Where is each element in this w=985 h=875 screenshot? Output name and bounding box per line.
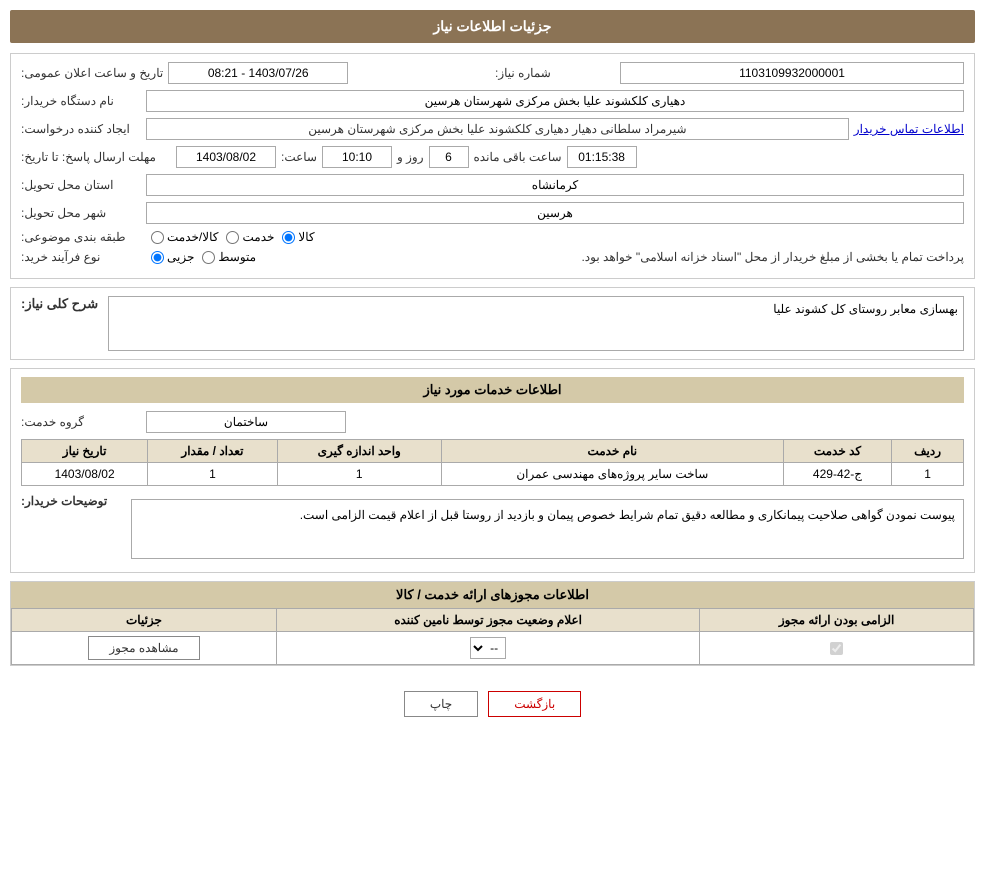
cell-row-num: 1 (892, 463, 964, 486)
time-label: ساعت: (281, 150, 317, 164)
category-both-radio[interactable] (151, 231, 164, 244)
buyer-org-label: نام دستگاه خریدار: (21, 94, 141, 108)
permissions-row: -- مشاهده مجوز (12, 632, 974, 665)
cell-required-checkbox (700, 632, 974, 665)
purchase-type-label: نوع فرآیند خرید: (21, 250, 141, 264)
cell-details-btn[interactable]: مشاهده مجوز (12, 632, 277, 665)
category-kala-radio[interactable] (282, 231, 295, 244)
page-title: جزئیات اطلاعات نیاز (10, 10, 975, 43)
category-service-label: خدمت (242, 230, 274, 244)
permissions-table: الزامی بودن ارائه مجوز اعلام وضعیت مجوز … (11, 608, 974, 665)
service-group-label: گروه خدمت: (21, 415, 141, 429)
cell-quantity: 1 (148, 463, 277, 486)
col-details: جزئیات (12, 609, 277, 632)
purchase-partial-label: متوسط (218, 250, 256, 264)
remaining-label: ساعت باقی مانده (474, 150, 562, 164)
city-value: هرسین (146, 202, 964, 224)
cell-unit: 1 (277, 463, 441, 486)
need-number-label: شماره نیاز: (495, 66, 615, 80)
description-section-label: شرح کلی نیاز: (21, 296, 98, 312)
print-button[interactable]: چاپ (404, 691, 478, 717)
buyer-notes-text: پیوست نمودن گواهی صلاحیت پیمانکاری و مطا… (131, 499, 964, 559)
cell-service-code: ج-42-429 (783, 463, 891, 486)
back-button[interactable]: بازگشت (488, 691, 581, 717)
creator-value: شیرمراد سلطانی دهیار دهیاری کلکشوند علیا… (146, 118, 849, 140)
col-quantity: تعداد / مقدار (148, 440, 277, 463)
status-select[interactable]: -- (470, 637, 506, 659)
footer-buttons: بازگشت چاپ (10, 681, 975, 727)
deadline-days-value: 6 (429, 146, 469, 168)
days-label: روز و (397, 150, 424, 164)
col-required: الزامی بودن ارائه مجوز (700, 609, 974, 632)
province-value: کرمانشاه (146, 174, 964, 196)
buyer-notes-label: توضیحات خریدار: (21, 494, 121, 508)
cell-status-dropdown[interactable]: -- (276, 632, 699, 665)
table-row: 1 ج-42-429 ساخت سایر پروژه‌های مهندسی عم… (22, 463, 964, 486)
category-kala-label: کالا (298, 230, 314, 244)
deadline-time-value: 10:10 (322, 146, 392, 168)
col-service-name: نام خدمت (441, 440, 783, 463)
category-both-label: کالا/خدمت (167, 230, 218, 244)
services-section-header: اطلاعات خدمات مورد نیاز (21, 377, 964, 403)
send-deadline-label: مهلت ارسال پاسخ: تا تاریخ: (21, 150, 171, 164)
purchase-medium-radio[interactable] (202, 251, 215, 264)
province-label: استان محل تحویل: (21, 178, 141, 192)
col-status: اعلام وضعیت مجوز توسط نامین کننده (276, 609, 699, 632)
view-permit-button[interactable]: مشاهده مجوز (88, 636, 199, 660)
purchase-detail-radio[interactable] (151, 251, 164, 264)
deadline-date-value: 1403/08/02 (176, 146, 276, 168)
cell-service-name: ساخت سایر پروژه‌های مهندسی عمران (441, 463, 783, 486)
purchase-type-text: پرداخت تمام یا بخشی از مبلغ خریدار از مح… (266, 250, 964, 264)
category-radio-group: کالا خدمت کالا/خدمت (151, 230, 315, 244)
buyer-org-value: دهیاری کلکشوند علیا بخش مرکزی شهرستان هر… (146, 90, 964, 112)
city-label: شهر محل تحویل: (21, 206, 141, 220)
col-row-num: ردیف (892, 440, 964, 463)
category-service-radio[interactable] (226, 231, 239, 244)
need-number-value: 1103109932000001 (620, 62, 964, 84)
services-table: ردیف کد خدمت نام خدمت واحد اندازه گیری ت… (21, 439, 964, 486)
col-unit: واحد اندازه گیری (277, 440, 441, 463)
creator-label: ایجاد کننده درخواست: (21, 122, 141, 136)
permissions-header: اطلاعات مجوزهای ارائه خدمت / کالا (11, 582, 974, 608)
col-date: تاریخ نیاز (22, 440, 148, 463)
category-label: طبقه بندی موضوعی: (21, 230, 141, 244)
cell-date: 1403/08/02 (22, 463, 148, 486)
service-group-value: ساختمان (146, 411, 346, 433)
date-time-label: تاریخ و ساعت اعلان عمومی: (21, 66, 163, 80)
contact-link[interactable]: اطلاعات تماس خریدار (854, 122, 964, 136)
description-box: بهسازی معابر روستای کل کشوند علیا (108, 296, 964, 351)
purchase-type-radio-group: متوسط جزیی (151, 250, 256, 264)
date-time-value: 1403/07/26 - 08:21 (168, 62, 348, 84)
col-service-code: کد خدمت (783, 440, 891, 463)
purchase-detail-label: جزیی (167, 250, 194, 264)
remaining-time-value: 01:15:38 (567, 146, 637, 168)
required-checkbox (830, 642, 843, 655)
